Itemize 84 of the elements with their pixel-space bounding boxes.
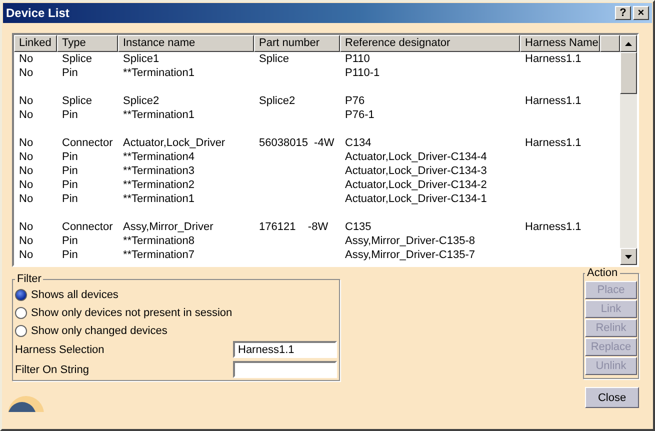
close-button[interactable]: × <box>633 6 649 20</box>
table-cell-text: No <box>18 95 34 107</box>
table-cell-text: Assy,Mirror_Driver-C135-7 <box>344 249 476 261</box>
table-cell-text: No <box>18 53 34 65</box>
table-cell-text: **Termination3 <box>122 165 196 177</box>
table-cell-text: No <box>18 249 34 261</box>
table-cell-text: **Termination4 <box>122 151 196 163</box>
group-title: Filter <box>16 273 42 285</box>
radio-button[interactable] <box>15 324 27 336</box>
table-cell-text: Actuator,Lock_Driver-C134-2 <box>344 179 488 191</box>
field-label: Harness Selection <box>15 344 104 356</box>
table-cell-text: P110 <box>344 53 371 65</box>
input-field[interactable]: Harness1.1 <box>233 341 337 358</box>
table-cell-text: Splice <box>61 95 93 107</box>
table-cell-text: No <box>18 193 34 205</box>
input-field[interactable] <box>233 361 337 378</box>
table-cell-text: Actuator,Lock_Driver <box>122 137 226 149</box>
table-cell-text: C135 <box>344 221 372 233</box>
table-cell-text: Connector <box>61 221 114 233</box>
radio-label[interactable]: Show only devices not present in session <box>31 306 232 318</box>
table-cell-text: Actuator,Lock_Driver-C134-4 <box>344 151 488 163</box>
table-cell-text: 56038015 -4W <box>258 137 336 149</box>
scrollbar[interactable] <box>620 35 637 265</box>
table-cell-text: No <box>18 67 34 79</box>
table-cell-text: Pin <box>61 109 79 121</box>
help-button[interactable]: ? <box>615 6 631 20</box>
table-cell-text: Splice2 <box>258 95 296 107</box>
table-cell-text: No <box>18 221 34 233</box>
radio-button[interactable] <box>15 288 27 300</box>
table-cell-text: Harness1.1 <box>524 221 582 233</box>
table-cell-text: No <box>18 235 34 247</box>
table-cell-text: Pin <box>61 67 79 79</box>
table-cell-text: No <box>18 109 34 121</box>
down-arrow-icon <box>625 254 632 258</box>
scroll-thumb[interactable] <box>620 52 637 94</box>
table-cell-text: **Termination7 <box>122 249 196 261</box>
table-cell-text: C134 <box>344 137 372 149</box>
radio-button[interactable] <box>15 306 27 318</box>
window-title: Device List <box>6 6 70 20</box>
table-cell-text: **Termination8 <box>122 235 196 247</box>
table-cell-text: No <box>18 179 34 191</box>
table-cell-text: Actuator,Lock_Driver-C134-1 <box>344 193 488 205</box>
table-cell-text: Assy,Mirror_Driver <box>122 221 214 233</box>
table-cell-text: No <box>18 165 34 177</box>
column-header[interactable]: Part number <box>254 35 340 52</box>
scroll-down-button[interactable] <box>620 248 637 265</box>
table-cell-text: **Termination1 <box>122 109 196 121</box>
table-cell-text: Harness1.1 <box>524 53 582 65</box>
table-cell-text: Pin <box>61 165 79 177</box>
up-arrow-icon <box>625 42 632 46</box>
table-cell-text: Pin <box>61 151 79 163</box>
table-cell-text: P76 <box>344 95 366 107</box>
table-cell-text: P76-1 <box>344 109 376 121</box>
table-cell-text: **Termination1 <box>122 193 196 205</box>
table-cell-text: Splice <box>258 53 290 65</box>
field-label: Filter On String <box>15 364 89 376</box>
radio-label[interactable]: Show only changed devices <box>31 324 168 336</box>
scroll-up-button[interactable] <box>620 35 637 52</box>
table-cell-text: Connector <box>61 137 114 149</box>
radio-label[interactable]: Shows all devices <box>31 288 118 300</box>
table-cell-text: Splice2 <box>122 95 160 107</box>
table-cell-text: No <box>18 151 34 163</box>
column-header[interactable]: Type <box>57 35 118 52</box>
table-cell-text: Splice <box>61 53 93 65</box>
table-cell-text: P110-1 <box>344 67 381 79</box>
table-cell-text: Actuator,Lock_Driver-C134-3 <box>344 165 488 177</box>
column-header[interactable]: Reference designator <box>340 35 520 52</box>
table-cell-text: Pin <box>61 193 79 205</box>
column-header[interactable]: Linked <box>14 35 57 52</box>
table-cell-text: Splice1 <box>122 53 160 65</box>
table-cell-text: Assy,Mirror_Driver-C135-8 <box>344 235 476 247</box>
table-cell-text: **Termination1 <box>122 67 196 79</box>
column-header[interactable]: Harness Name <box>520 35 600 52</box>
close-dialog-button[interactable]: Close <box>585 387 639 408</box>
table-cell-text: Pin <box>61 179 79 191</box>
table-cell-text: **Termination2 <box>122 179 196 191</box>
table-cell-text: Pin <box>61 249 79 261</box>
table-cell-text: Pin <box>61 235 79 247</box>
table-cell-text: 176121 -8W <box>258 221 330 233</box>
group-title: Action <box>586 267 619 279</box>
table-cell-text: Harness1.1 <box>524 95 582 107</box>
column-header[interactable]: Instance name <box>118 35 254 52</box>
table-cell-text: Harness1.1 <box>524 137 582 149</box>
table-cell-text: No <box>18 137 34 149</box>
